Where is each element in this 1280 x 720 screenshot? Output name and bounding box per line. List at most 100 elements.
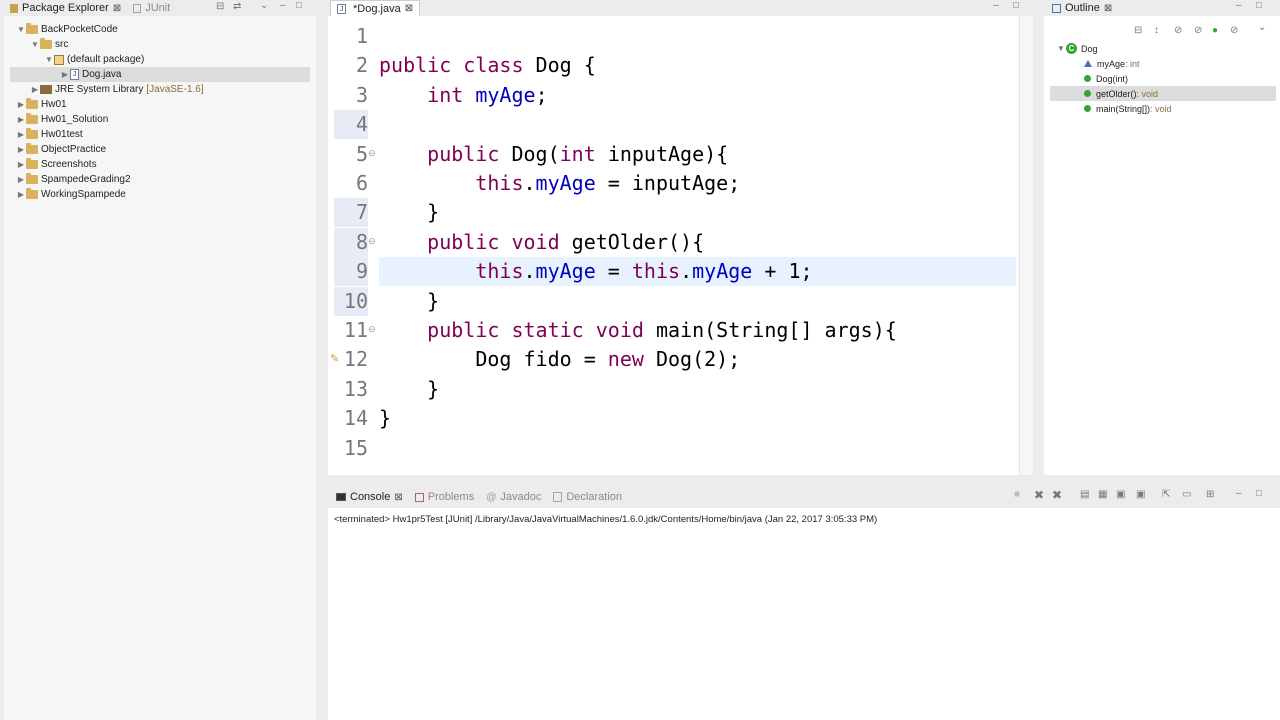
line-number: 9 <box>334 257 368 287</box>
tree-item-backpocketcode[interactable]: ▼ BackPocketCode <box>16 22 118 37</box>
package-explorer-panel: ▼ BackPocketCode ▼ src ▼ (default packag… <box>4 16 316 720</box>
tab-dog-java[interactable]: J *Dog.java ⊠ <box>330 0 421 16</box>
tree-item-screenshots[interactable]: ▶ Screenshots <box>16 157 97 172</box>
expand-toggle-icon[interactable]: ▶ <box>16 145 26 154</box>
code-token: myAge <box>535 259 596 284</box>
code-editor[interactable]: public class Dog { int myAge; public Dog… <box>328 16 1033 475</box>
outline-item-class[interactable]: ▼ C Dog <box>1056 41 1098 56</box>
minimize-icon[interactable]: – <box>280 0 286 11</box>
code-token: Dog(2); <box>655 347 741 372</box>
tree-item-hw01[interactable]: ▶ Hw01 <box>16 97 67 112</box>
tree-item-hw01test[interactable]: ▶ Hw01test <box>16 127 83 142</box>
tab-console[interactable]: Console ⊠ <box>330 489 409 505</box>
vertical-scrollbar[interactable] <box>1019 16 1033 475</box>
close-icon[interactable]: ⊠ <box>405 3 413 14</box>
pin-console-icon[interactable]: ⇱ <box>1162 489 1170 500</box>
expand-toggle-icon[interactable]: ▼ <box>1056 44 1066 53</box>
minimize-icon[interactable]: – <box>993 0 999 11</box>
outline-item-constructor[interactable]: Dog(int) <box>1084 71 1128 86</box>
code-line[interactable]: this.myAge = this.myAge + 1; <box>379 257 812 286</box>
hide-nonpublic-icon[interactable]: ● <box>1212 25 1218 36</box>
hide-fields-icon[interactable]: ⊘ <box>1174 25 1182 36</box>
tree-item-objectpractice[interactable]: ▶ ObjectPractice <box>16 142 106 157</box>
close-icon[interactable]: ⊠ <box>1104 3 1112 14</box>
expand-toggle-icon[interactable]: ▼ <box>16 25 26 34</box>
expand-toggle-icon[interactable]: ▶ <box>16 115 26 124</box>
remove-launch-icon[interactable]: ✖ <box>1034 488 1044 502</box>
fold-icon[interactable]: ⊖ <box>368 148 376 159</box>
close-icon[interactable]: ⊠ <box>113 3 121 14</box>
link-with-editor-icon[interactable]: ⇄ <box>233 1 241 12</box>
maximize-icon[interactable]: □ <box>1256 0 1262 11</box>
tab-outline[interactable]: Outline ⊠ <box>1046 0 1118 16</box>
tab-junit[interactable]: JUnit <box>127 0 176 16</box>
outline-item-field[interactable]: myAge : int <box>1084 56 1140 71</box>
tab-problems-label: Problems <box>427 491 475 503</box>
show-on-stdout-icon[interactable]: ▣ <box>1116 489 1125 500</box>
javadoc-icon: @ <box>486 491 497 503</box>
tree-item-spampedegrading2[interactable]: ▶ SpampedeGrading2 <box>16 172 131 187</box>
console-panel[interactable]: <terminated> Hw1pr5Test [JUnit] /Library… <box>328 508 1280 720</box>
code-line[interactable]: } <box>379 404 391 433</box>
tree-item-jre-library[interactable]: ▶ JRE System Library [JavaSE-1.6] <box>30 82 204 97</box>
hide-local-types-icon[interactable]: ⊘ <box>1230 25 1238 36</box>
expand-toggle-icon[interactable]: ▶ <box>16 190 26 199</box>
fold-icon[interactable]: ⊖ <box>368 324 376 335</box>
close-icon[interactable]: ⊠ <box>394 492 402 503</box>
code-line[interactable]: public void getOlder(){ <box>379 228 704 257</box>
minimize-icon[interactable]: – <box>1236 0 1242 11</box>
collapse-all-icon[interactable]: ⊟ <box>216 1 224 12</box>
code-token: } <box>379 288 440 313</box>
open-console-icon[interactable]: ⊞ <box>1206 489 1214 500</box>
tree-item-workingspampede[interactable]: ▶ WorkingSpampede <box>16 187 126 202</box>
tree-item-hw01-solution[interactable]: ▶ Hw01_Solution <box>16 112 108 127</box>
source-folder-icon <box>40 38 52 49</box>
expand-toggle-icon[interactable]: ▼ <box>30 40 40 49</box>
tab-package-explorer[interactable]: Package Explorer ⊠ <box>4 0 127 16</box>
code-line[interactable]: public static void main(String[] args){ <box>379 316 897 345</box>
tab-declaration[interactable]: Declaration <box>547 489 628 505</box>
code-line[interactable]: public Dog(int inputAge){ <box>379 140 728 169</box>
code-line[interactable]: public class Dog { <box>379 51 596 80</box>
view-menu-icon[interactable]: ⌄ <box>260 0 268 11</box>
code-line[interactable]: } <box>379 287 439 316</box>
line-number: 7 <box>334 198 368 228</box>
code-line[interactable]: this.myAge = inputAge; <box>379 169 740 198</box>
expand-toggle-icon[interactable]: ▶ <box>16 175 26 184</box>
clear-console-icon[interactable]: ▤ <box>1080 489 1089 500</box>
sort-icon[interactable]: ↕ <box>1154 25 1159 36</box>
code-line[interactable]: } <box>379 198 439 227</box>
tree-item-dog-java[interactable]: ▶ J Dog.java <box>10 67 310 82</box>
tree-item-default-package[interactable]: ▼ (default package) <box>44 52 144 67</box>
expand-toggle-icon[interactable]: ▼ <box>44 55 54 64</box>
tab-problems[interactable]: Problems <box>409 489 480 505</box>
field-icon <box>1084 60 1092 67</box>
expand-toggle-icon[interactable]: ▶ <box>30 85 40 94</box>
terminate-icon[interactable]: ■ <box>1014 489 1020 500</box>
maximize-icon[interactable]: □ <box>1256 488 1262 499</box>
code-line[interactable]: int myAge; <box>379 81 547 110</box>
tree-item-label: src <box>55 39 69 50</box>
remove-all-terminated-icon[interactable]: ✖ <box>1052 488 1062 502</box>
minimize-icon[interactable]: – <box>1236 488 1242 499</box>
tree-item-src[interactable]: ▼ src <box>30 37 68 52</box>
code-token: public <box>427 141 512 166</box>
code-line[interactable]: } <box>379 375 439 404</box>
expand-toggle-icon[interactable]: ▶ <box>16 100 26 109</box>
scroll-lock-icon[interactable]: ▦ <box>1098 489 1107 500</box>
tab-javadoc[interactable]: @ Javadoc <box>480 489 547 505</box>
outline-item-static-method[interactable]: main(String[]) : void <box>1084 101 1172 116</box>
collapse-all-icon[interactable]: ⊟ <box>1134 25 1142 36</box>
maximize-icon[interactable]: □ <box>296 0 302 11</box>
hide-static-icon[interactable]: ⊘ <box>1194 25 1202 36</box>
code-line[interactable]: Dog fido = new Dog(2); <box>379 345 740 374</box>
expand-toggle-icon[interactable]: ▶ <box>16 160 26 169</box>
show-on-stderr-icon[interactable]: ▣ <box>1136 489 1145 500</box>
view-menu-icon[interactable]: ⌄ <box>1258 22 1266 33</box>
expand-toggle-icon[interactable]: ▶ <box>16 130 26 139</box>
fold-icon[interactable]: ⊖ <box>368 236 376 247</box>
maximize-icon[interactable]: □ <box>1013 0 1019 11</box>
outline-item-method[interactable]: getOlder() : void <box>1050 86 1276 101</box>
display-console-icon[interactable]: ▭ <box>1182 489 1191 500</box>
expand-toggle-icon[interactable]: ▶ <box>60 70 70 79</box>
